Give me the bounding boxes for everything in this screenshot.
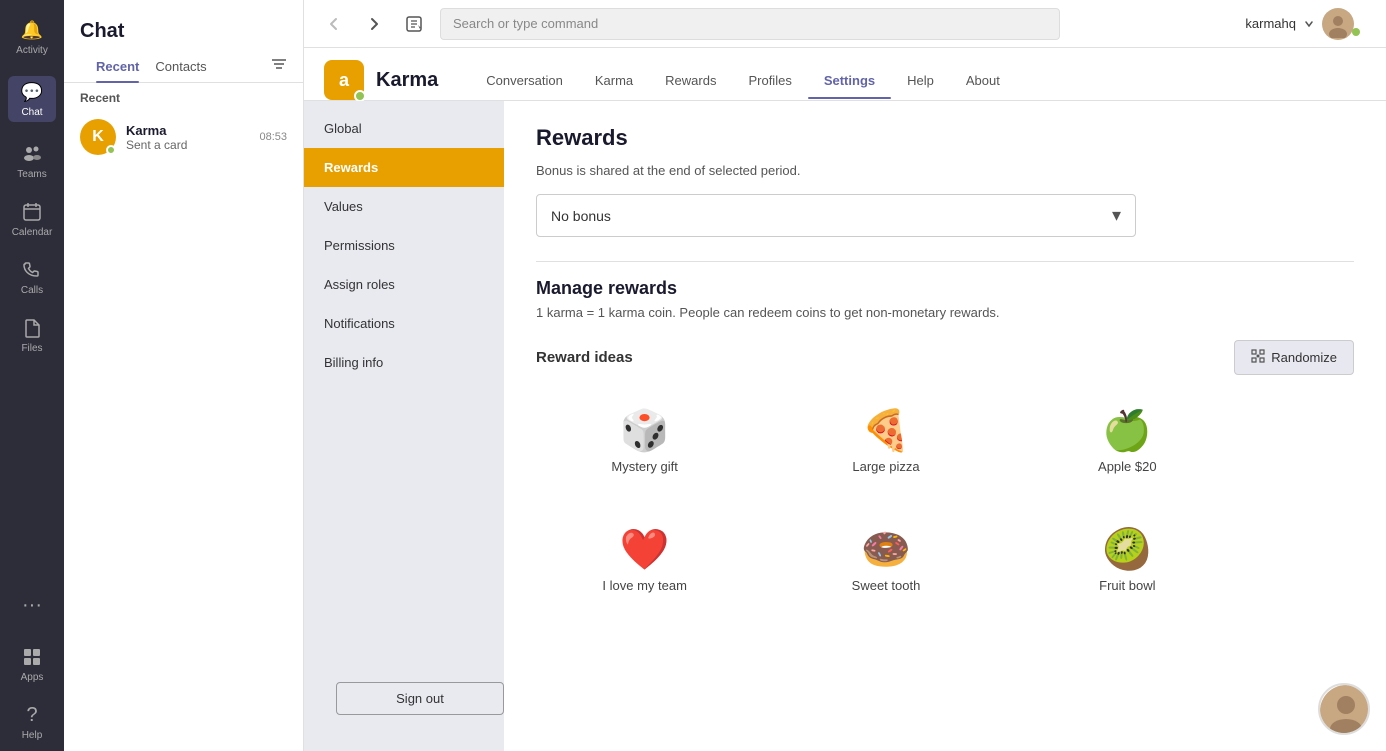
reward-item-4: 🍩 Sweet tooth <box>777 514 994 609</box>
reward-ideas-header: Reward ideas Randomize <box>536 340 1354 375</box>
forward-button[interactable] <box>360 10 388 38</box>
chat-tabs: Recent Contacts <box>80 51 263 82</box>
content-body: Global Rewards Values Permissions Assign… <box>304 101 1386 751</box>
reward-label-0: Mystery gift <box>611 459 677 474</box>
main-area: Search or type command karmahq a <box>304 0 1386 751</box>
app-header: a Karma Conversation Karma Rewards Profi… <box>304 48 1386 101</box>
left-sidebar: 🔔 Activity 💬 Chat Teams Ca <box>0 0 64 751</box>
online-dot <box>1352 28 1360 36</box>
reward-item-2: 🍏 Apple $20 <box>1019 395 1236 490</box>
top-bar: Search or type command karmahq <box>304 0 1386 48</box>
chat-title: Chat <box>64 0 303 51</box>
filter-icon[interactable] <box>271 56 287 77</box>
reward-label-3: I love my team <box>602 578 687 593</box>
settings-item-billing-info[interactable]: Billing info <box>304 343 504 382</box>
sidebar-item-apps[interactable]: Apps <box>0 635 64 693</box>
app-title: Karma <box>376 69 438 92</box>
settings-item-permissions[interactable]: Permissions <box>304 226 504 265</box>
floating-avatar[interactable] <box>1318 683 1370 735</box>
reward-ideas-label: Reward ideas <box>536 349 633 366</box>
chat-item-info: Karma Sent a card <box>126 123 249 152</box>
rewards-grid: 🎲 Mystery gift 🍕 Large pizza 🍏 Apple $20… <box>536 395 1236 609</box>
settings-item-assign-roles[interactable]: Assign roles <box>304 265 504 304</box>
nav-help[interactable]: Help <box>891 63 950 98</box>
randomize-icon <box>1251 349 1265 366</box>
chat-icon: 💬 <box>20 80 44 104</box>
reward-item-5: 🥝 Fruit bowl <box>1019 514 1236 609</box>
compose-button[interactable] <box>400 10 428 38</box>
settings-item-values[interactable]: Values <box>304 187 504 226</box>
sidebar-item-teams[interactable]: Teams <box>0 132 64 190</box>
reward-item-3: ❤️ I love my team <box>536 514 753 609</box>
nav-profiles[interactable]: Profiles <box>732 63 807 98</box>
reward-label-4: Sweet tooth <box>852 578 921 593</box>
settings-item-global[interactable]: Global <box>304 109 504 148</box>
settings-menu: Global Rewards Values Permissions Assign… <box>304 101 504 390</box>
reward-label-5: Fruit bowl <box>1099 578 1155 593</box>
sidebar-item-help[interactable]: ? Help <box>0 693 64 751</box>
randomize-button[interactable]: Randomize <box>1234 340 1354 375</box>
settings-sidebar: Global Rewards Values Permissions Assign… <box>304 101 504 751</box>
activity-icon: 🔔 <box>20 18 44 42</box>
tab-recent[interactable]: Recent <box>96 51 139 82</box>
user-profile[interactable]: karmahq <box>1245 8 1370 40</box>
reward-label-1: Large pizza <box>852 459 919 474</box>
sign-out-button[interactable]: Sign out <box>336 682 504 715</box>
nav-karma[interactable]: Karma <box>579 63 649 98</box>
settings-item-rewards[interactable]: Rewards <box>304 148 504 187</box>
teams-icon <box>20 142 44 166</box>
chat-section-recent: Recent <box>64 87 303 109</box>
tab-contacts[interactable]: Contacts <box>155 51 206 82</box>
nav-settings[interactable]: Settings <box>808 63 891 98</box>
chat-panel: Chat Recent Contacts Recent K Karma Sent… <box>64 0 304 751</box>
app-logo: a <box>324 60 364 100</box>
settings-item-notifications[interactable]: Notifications <box>304 304 504 343</box>
reward-emoji-2: 🍏 <box>1102 411 1152 451</box>
chat-list-item[interactable]: K Karma Sent a card 08:53 <box>64 109 303 165</box>
sidebar-item-files[interactable]: Files <box>0 306 64 364</box>
rewards-title: Rewards <box>536 125 1354 151</box>
reward-label-2: Apple $20 <box>1098 459 1157 474</box>
help-icon: ? <box>20 703 44 727</box>
sidebar-item-chat[interactable]: 💬 Chat <box>0 66 64 132</box>
calls-icon <box>20 258 44 282</box>
app-content: a Karma Conversation Karma Rewards Profi… <box>304 48 1386 751</box>
search-placeholder: Search or type command <box>453 16 598 31</box>
app-nav: Conversation Karma Rewards Profiles Sett… <box>470 63 1016 98</box>
nav-conversation[interactable]: Conversation <box>470 63 579 98</box>
sidebar-item-calendar[interactable]: Calendar <box>0 190 64 248</box>
chevron-down-icon: ▾ <box>1112 205 1121 226</box>
bonus-dropdown[interactable]: No bonus ▾ <box>536 194 1136 237</box>
reward-emoji-3: ❤️ <box>620 530 670 570</box>
sidebar-item-activity[interactable]: 🔔 Activity <box>0 8 64 66</box>
user-avatar <box>1322 8 1354 40</box>
nav-about[interactable]: About <box>950 63 1016 98</box>
calendar-icon <box>20 200 44 224</box>
back-button[interactable] <box>320 10 348 38</box>
manage-rewards-desc: 1 karma = 1 karma coin. People can redee… <box>536 305 1354 320</box>
bonus-value: No bonus <box>551 208 611 224</box>
bonus-subtitle: Bonus is shared at the end of selected p… <box>536 163 1354 178</box>
manage-rewards-title: Manage rewards <box>536 278 1354 299</box>
search-bar[interactable]: Search or type command <box>440 8 1060 40</box>
nav-rewards[interactable]: Rewards <box>649 63 732 98</box>
chevron-down-icon <box>1304 19 1314 29</box>
more-icon: ··· <box>20 593 44 617</box>
apps-icon <box>20 645 44 669</box>
divider <box>536 261 1354 262</box>
rewards-content: Rewards Bonus is shared at the end of se… <box>504 101 1386 751</box>
reward-emoji-5: 🥝 <box>1102 530 1152 570</box>
sidebar-item-more[interactable]: ··· <box>0 583 64 627</box>
sidebar-item-calls[interactable]: Calls <box>0 248 64 306</box>
reward-emoji-0: 🎲 <box>620 411 670 451</box>
reward-item-0: 🎲 Mystery gift <box>536 395 753 490</box>
avatar: K <box>80 119 116 155</box>
files-icon <box>20 316 44 340</box>
reward-emoji-1: 🍕 <box>861 411 911 451</box>
reward-item-1: 🍕 Large pizza <box>777 395 994 490</box>
reward-emoji-4: 🍩 <box>861 530 911 570</box>
status-dot <box>106 145 116 155</box>
